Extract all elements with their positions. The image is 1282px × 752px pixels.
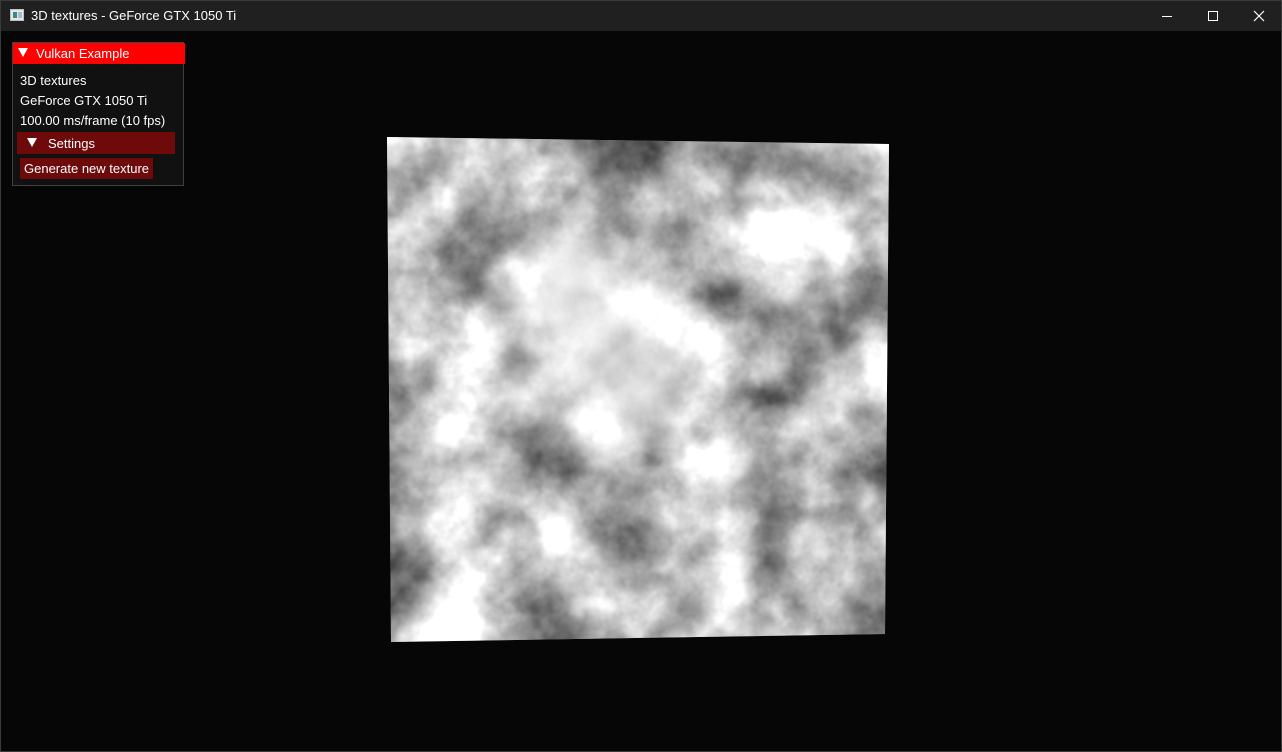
maximize-button[interactable] xyxy=(1190,1,1236,31)
minimize-button[interactable] xyxy=(1144,1,1190,31)
settings-header-label: Settings xyxy=(48,136,95,151)
settings-arrow-icon xyxy=(27,138,37,147)
texture-quad xyxy=(387,137,889,642)
close-button[interactable] xyxy=(1236,1,1282,31)
frame-stats-label: 100.00 ms/frame (10 fps) xyxy=(20,113,166,128)
window-title: 3D textures - GeForce GTX 1050 Ti xyxy=(31,8,237,23)
imgui-overlay-panel[interactable]: Vulkan Example 3D textures GeForce GTX 1… xyxy=(12,42,185,186)
generate-texture-button[interactable]: Generate new texture xyxy=(20,158,154,179)
render-viewport[interactable]: Vulkan Example 3D textures GeForce GTX 1… xyxy=(1,31,1281,751)
example-name-label: 3D textures xyxy=(20,73,87,88)
settings-collapsing-header[interactable]: Settings xyxy=(17,132,175,154)
overlay-title: Vulkan Example xyxy=(36,46,130,61)
close-icon xyxy=(1253,10,1265,22)
overlay-title-bar[interactable]: Vulkan Example xyxy=(13,43,185,64)
app-window: 3D textures - GeForce GTX 1050 Ti Vulkan… xyxy=(0,0,1282,752)
collapse-arrow-icon[interactable] xyxy=(18,48,28,57)
app-icon xyxy=(10,9,24,21)
title-bar[interactable]: 3D textures - GeForce GTX 1050 Ti xyxy=(1,1,1281,31)
device-name-label: GeForce GTX 1050 Ti xyxy=(20,93,148,108)
